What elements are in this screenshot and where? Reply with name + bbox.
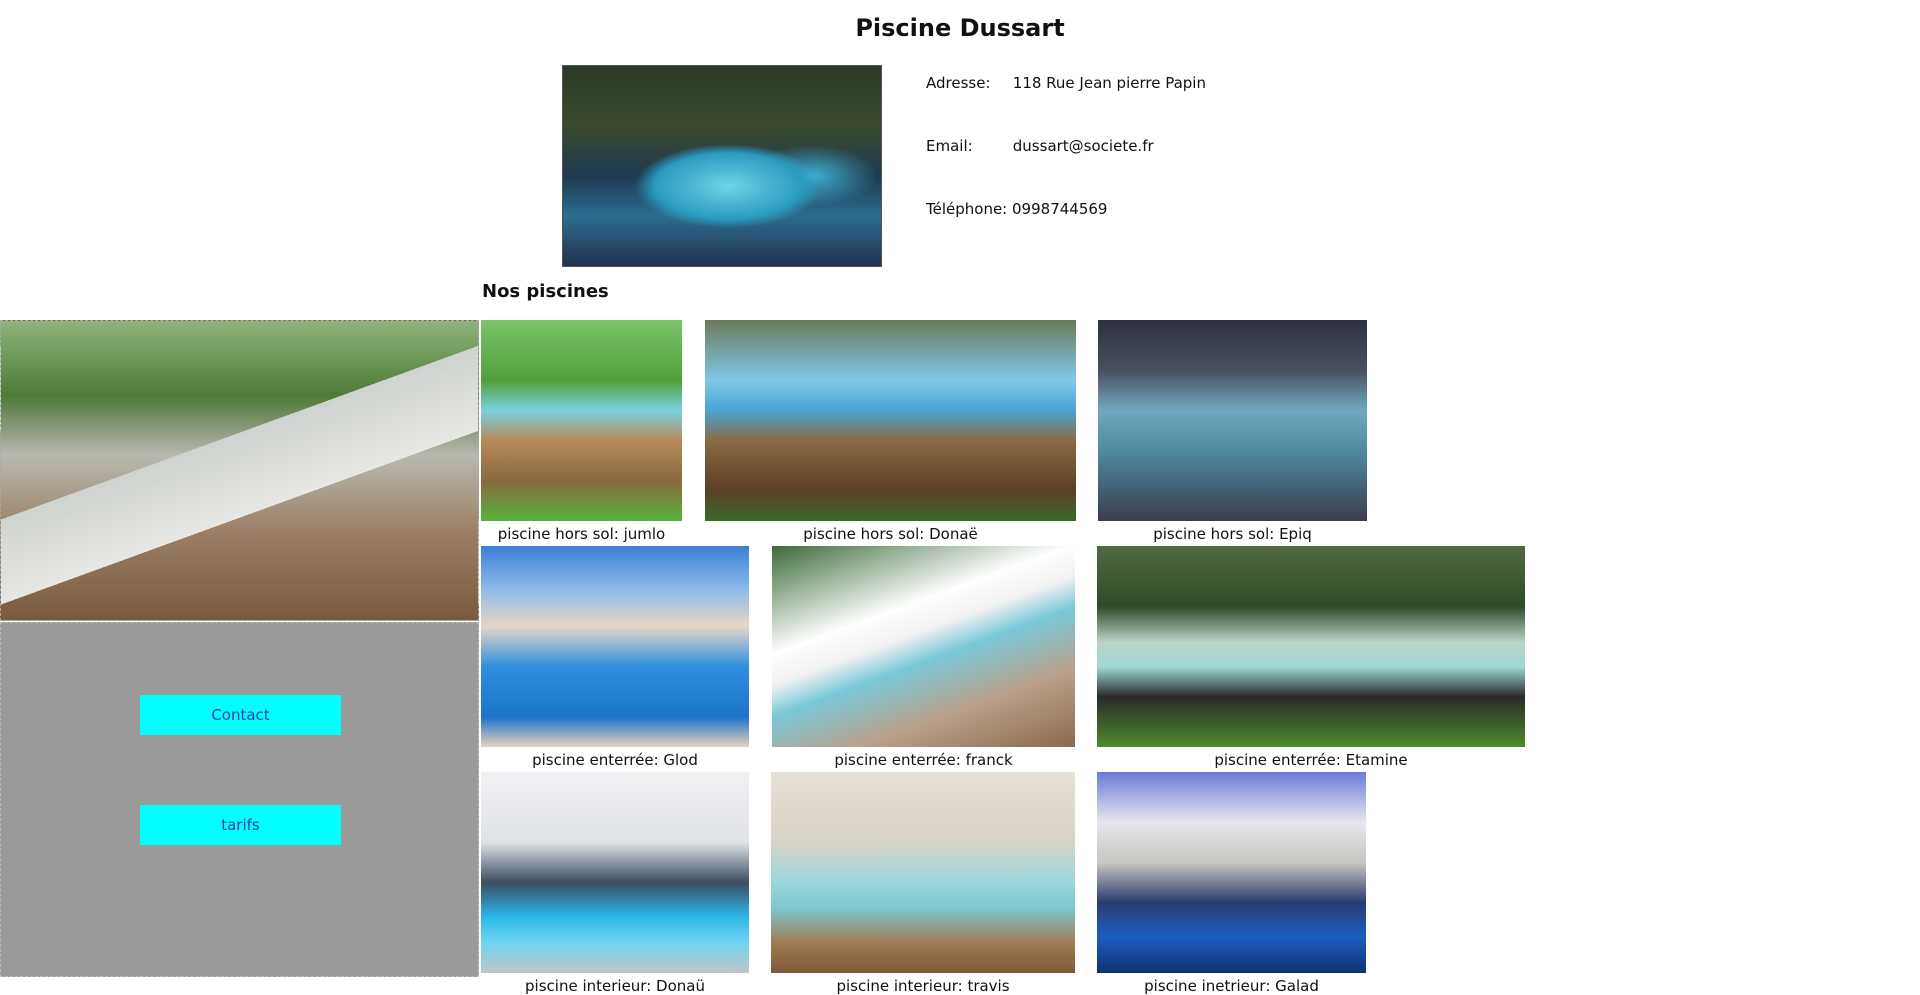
address-row: Adresse: 118 Rue Jean pierre Papin <box>926 74 1206 92</box>
pool-image-franck[interactable] <box>772 546 1075 747</box>
tarifs-button[interactable]: tarifs <box>140 805 341 845</box>
pool-image-travis[interactable] <box>771 772 1075 973</box>
pool-image-jumlo[interactable] <box>481 320 682 521</box>
phone-row: Téléphone: 0998744569 <box>926 200 1107 218</box>
pool-image-galad[interactable] <box>1097 772 1366 973</box>
pool-image-donau[interactable] <box>481 772 749 973</box>
section-title: Nos piscines <box>482 281 609 302</box>
pool-caption: piscine enterrée: Glod <box>532 751 698 769</box>
pool-image-epiq[interactable] <box>1098 320 1367 521</box>
page-title: Piscine Dussart <box>855 14 1065 42</box>
pool-caption: piscine inetrieur: Galad <box>1144 977 1319 995</box>
phone-value: 0998744569 <box>1012 200 1108 218</box>
phone-label: Téléphone: <box>926 200 1008 218</box>
email-value: dussart@societe.fr <box>1012 137 1154 155</box>
email-label: Email: <box>926 137 973 155</box>
email-row: Email: dussart@societe.fr <box>926 137 1154 155</box>
pool-image-etamine[interactable] <box>1097 546 1525 747</box>
pool-caption: piscine hors sol: Epiq <box>1153 525 1312 543</box>
feature-pool-image <box>0 320 479 621</box>
hero-pool-image <box>562 65 882 267</box>
pool-caption: piscine interieur: travis <box>836 977 1010 995</box>
address-label: Adresse: <box>926 74 991 92</box>
pool-caption: piscine hors sol: jumlo <box>497 525 666 543</box>
pool-caption: piscine enterrée: Etamine <box>1214 751 1408 769</box>
pool-caption: piscine hors sol: Donaë <box>803 525 978 543</box>
contact-button[interactable]: Contact <box>140 695 341 735</box>
address-value: 118 Rue Jean pierre Papin <box>1012 74 1206 92</box>
sidebar: Contact tarifs <box>0 622 479 977</box>
pool-image-glod[interactable] <box>481 546 749 747</box>
pool-image-donae[interactable] <box>705 320 1076 521</box>
pool-caption: piscine interieur: Donaü <box>525 977 705 995</box>
pool-caption: piscine enterrée: franck <box>834 751 1013 769</box>
